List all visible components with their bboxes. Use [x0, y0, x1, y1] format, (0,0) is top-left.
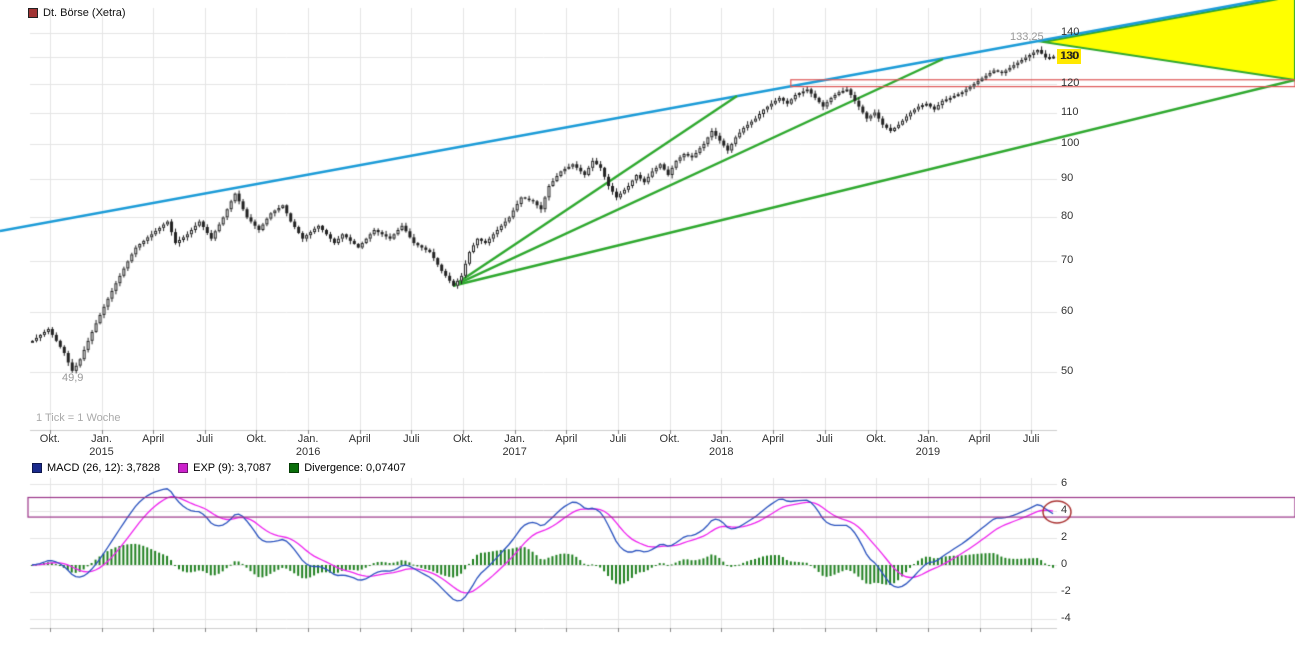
- low-price-label: 49,9: [62, 372, 83, 384]
- x-axis-label: Juli: [802, 433, 848, 445]
- x-axis-label: Jan.: [79, 433, 125, 445]
- price-axis-label: 50: [1061, 365, 1073, 377]
- price-axis-label: 60: [1061, 305, 1073, 317]
- macd-axis-label: 0: [1061, 558, 1067, 570]
- stock-chart-canvas: [0, 0, 1295, 650]
- price-axis-label: 130: [1061, 50, 1079, 62]
- x-axis-label: Jan.: [905, 433, 951, 445]
- x-axis-label: Juli: [1008, 433, 1054, 445]
- signal-line-swatch-icon: [178, 463, 188, 473]
- price-axis-label: 90: [1061, 172, 1073, 184]
- divergence-swatch-icon: [289, 463, 299, 473]
- x-axis-label: Okt.: [440, 433, 486, 445]
- x-axis-label: Juli: [595, 433, 641, 445]
- instrument-marker-icon: [28, 8, 38, 18]
- exp-value-label: EXP (9): 3,7087: [193, 462, 271, 474]
- price-axis-label: 100: [1061, 137, 1079, 149]
- x-axis-year-label: 2015: [79, 446, 125, 458]
- price-axis-label: 70: [1061, 254, 1073, 266]
- price-axis-label: 140: [1061, 26, 1079, 38]
- macd-line-swatch-icon: [32, 463, 42, 473]
- price-axis-label: 110: [1061, 106, 1079, 118]
- divergence-legend-item: Divergence: 0,07407: [289, 462, 406, 474]
- x-axis-label: April: [130, 433, 176, 445]
- x-axis-label: Juli: [182, 433, 228, 445]
- macd-axis-label: 4: [1061, 504, 1067, 516]
- macd-axis-label: 6: [1061, 477, 1067, 489]
- divergence-value-label: Divergence: 0,07407: [304, 462, 406, 474]
- x-axis-year-label: 2018: [698, 446, 744, 458]
- exp-legend-item: EXP (9): 3,7087: [178, 462, 271, 474]
- x-axis-label: Jan.: [285, 433, 331, 445]
- x-axis-label: Jan.: [492, 433, 538, 445]
- x-axis-label: Juli: [388, 433, 434, 445]
- macd-axis-label: 2: [1061, 531, 1067, 543]
- x-axis-label: Jan.: [698, 433, 744, 445]
- x-axis-label: April: [337, 433, 383, 445]
- x-axis-label: April: [957, 433, 1003, 445]
- x-axis-year-label: 2017: [492, 446, 538, 458]
- x-axis-label: Okt.: [27, 433, 73, 445]
- high-price-label: 133,25: [1010, 31, 1044, 43]
- macd-legend: MACD (26, 12): 3,7828 EXP (9): 3,7087 Di…: [32, 462, 406, 474]
- x-axis-year-label: 2016: [285, 446, 331, 458]
- x-axis-label: Okt.: [853, 433, 899, 445]
- x-axis-label: Okt.: [233, 433, 279, 445]
- macd-legend-item: MACD (26, 12): 3,7828: [32, 462, 160, 474]
- x-axis-label: Okt.: [647, 433, 693, 445]
- macd-value-label: MACD (26, 12): 3,7828: [47, 462, 160, 474]
- chart-title: Dt. Börse (Xetra): [43, 7, 126, 19]
- chart-page: Dt. Börse (Xetra) 1 Tick = 1 Woche 49,9 …: [0, 0, 1295, 650]
- macd-axis-label: -2: [1061, 585, 1071, 597]
- price-axis-label: 80: [1061, 210, 1073, 222]
- price-axis-label: 120: [1061, 77, 1079, 89]
- x-axis-label: April: [750, 433, 796, 445]
- x-axis-label: April: [543, 433, 589, 445]
- chart-title-row: Dt. Börse (Xetra): [28, 7, 126, 19]
- x-axis-year-label: 2019: [905, 446, 951, 458]
- tick-interval-note: 1 Tick = 1 Woche: [36, 412, 120, 424]
- macd-axis-label: -4: [1061, 612, 1071, 624]
